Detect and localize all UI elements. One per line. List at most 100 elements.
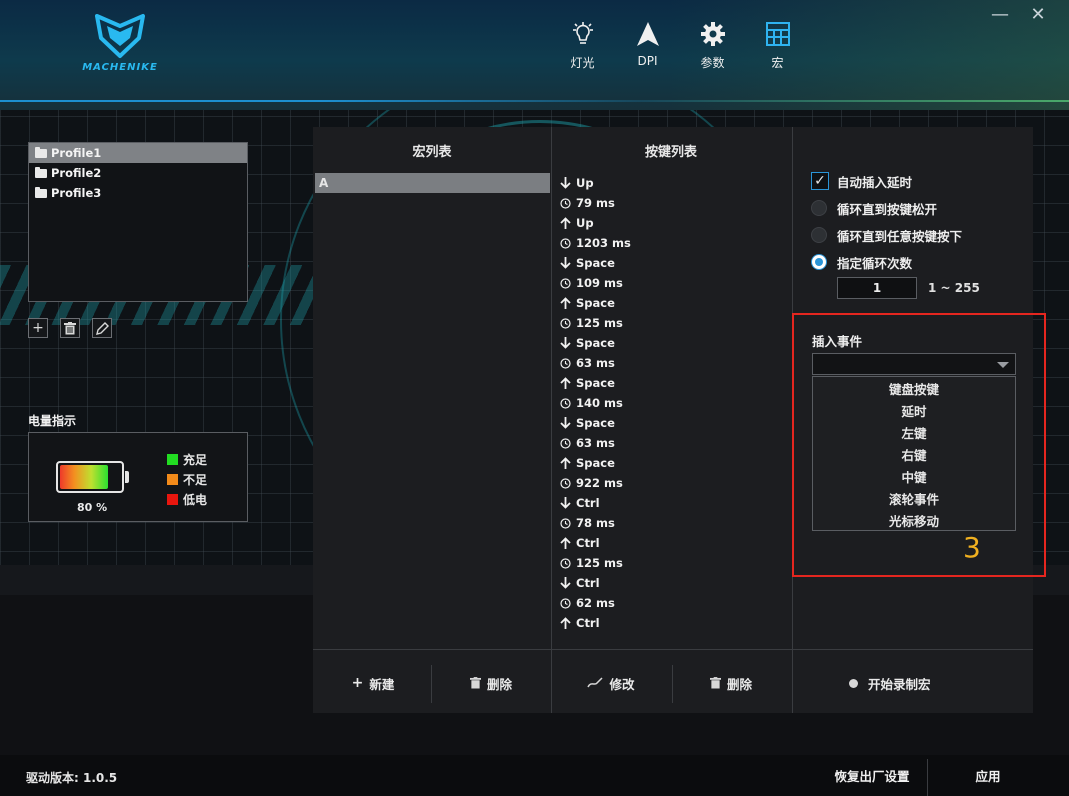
key-list-key-item[interactable]: Ctrl: [559, 613, 789, 633]
loop-count-input[interactable]: 1: [837, 277, 917, 299]
arrow-up-icon: [559, 537, 572, 549]
key-list-delay-item[interactable]: 62 ms: [559, 593, 789, 613]
close-button[interactable]: ✕: [1028, 4, 1048, 25]
plus-icon: +: [32, 320, 44, 336]
nav-macro-label: 宏: [771, 56, 784, 70]
arrow-up-icon: [559, 617, 572, 629]
macro-list-item[interactable]: A: [315, 173, 550, 193]
option-right-click[interactable]: 右键: [813, 443, 1015, 465]
key-list-delay-item[interactable]: 922 ms: [559, 473, 789, 493]
key-list-key-item[interactable]: Up: [559, 173, 789, 193]
clock-icon: [559, 237, 572, 249]
folder-icon: [35, 146, 47, 158]
legend-swatch-full: [167, 453, 178, 465]
insert-event-dropdown[interactable]: [812, 353, 1016, 375]
legend-full: 充足: [167, 449, 207, 469]
key-list-item-label: Ctrl: [576, 576, 600, 590]
profile-item-1[interactable]: Profile1: [29, 143, 247, 163]
option-scroll-event[interactable]: 滚轮事件: [813, 487, 1015, 509]
light-bulb-icon: [569, 20, 597, 48]
clock-icon: [559, 517, 572, 529]
key-list-key-item[interactable]: Space: [559, 293, 789, 313]
radio-loop-until-release[interactable]: 循环直到按键松开: [811, 197, 937, 219]
key-list-key-item[interactable]: Ctrl: [559, 493, 789, 513]
option-keyboard-key[interactable]: 键盘按键: [813, 377, 1015, 399]
delete-macro-button[interactable]: 删除: [451, 667, 531, 699]
key-list: Up 79 ms Up 1203 ms Space 109 ms Space 125 ms Sp…: [559, 173, 789, 633]
trash-icon: [64, 321, 76, 334]
key-list-key-item[interactable]: Space: [559, 453, 789, 473]
battery-level-fill: [60, 465, 108, 489]
key-list-delay-item[interactable]: 79 ms: [559, 193, 789, 213]
clock-icon: [559, 597, 572, 609]
new-macro-button[interactable]: + 新建: [333, 667, 413, 699]
battery-panel: 80 % 充足 不足 低电: [28, 432, 248, 522]
legend-swatch-critical: [167, 493, 178, 505]
nav-macro[interactable]: 宏: [745, 20, 810, 80]
key-list-key-item[interactable]: Space: [559, 373, 789, 393]
profile-item-3[interactable]: Profile3: [29, 183, 247, 203]
restore-defaults-button[interactable]: 恢复出厂设置: [818, 755, 926, 796]
profile-item-2[interactable]: Profile2: [29, 163, 247, 183]
grid-icon: [764, 20, 792, 48]
key-list-key-item[interactable]: Up: [559, 213, 789, 233]
key-list-delay-item[interactable]: 78 ms: [559, 513, 789, 533]
add-profile-button[interactable]: +: [28, 318, 48, 338]
radio-loop-count[interactable]: 指定循环次数: [811, 251, 912, 273]
key-list-key-item[interactable]: Space: [559, 333, 789, 353]
minimize-button[interactable]: —: [990, 4, 1010, 25]
delete-profile-button[interactable]: [60, 318, 80, 338]
record-label: 开始录制宏: [868, 676, 931, 692]
option-delay[interactable]: 延时: [813, 399, 1015, 421]
edit-profile-button[interactable]: [92, 318, 112, 338]
key-list-delay-item[interactable]: 1203 ms: [559, 233, 789, 253]
delete-key-label: 删除: [726, 676, 752, 692]
radio-label: 循环直到任意按键按下: [837, 228, 963, 244]
clock-icon: [559, 197, 572, 209]
arrow-down-icon: [559, 497, 572, 509]
key-list-key-item[interactable]: Ctrl: [559, 573, 789, 593]
arrow-up-icon: [559, 217, 572, 229]
nav-light[interactable]: 灯光: [550, 20, 615, 80]
nav-dpi-label: DPI: [637, 54, 658, 68]
trash-icon: [709, 677, 721, 689]
option-middle-click[interactable]: 中键: [813, 465, 1015, 487]
option-cursor-move[interactable]: 光标移动: [813, 509, 1015, 531]
auto-delay-checkbox[interactable]: ✓ 自动插入延时: [811, 170, 912, 192]
key-list-delay-item[interactable]: 125 ms: [559, 313, 789, 333]
delete-key-button[interactable]: 删除: [691, 667, 771, 699]
key-list-key-item[interactable]: Ctrl: [559, 533, 789, 553]
legend-critical: 低电: [167, 489, 207, 509]
option-left-click[interactable]: 左键: [813, 421, 1015, 443]
key-list-item-label: Space: [576, 456, 615, 470]
key-list-key-item[interactable]: Space: [559, 253, 789, 273]
start-record-button[interactable]: 开始录制宏: [849, 667, 931, 699]
key-list-delay-item[interactable]: 63 ms: [559, 353, 789, 373]
key-list-item-label: Space: [576, 256, 615, 270]
key-list-item-label: 78 ms: [576, 516, 615, 530]
legend-label: 低电: [183, 492, 208, 507]
legend-label: 不足: [183, 472, 208, 487]
clock-icon: [559, 277, 572, 289]
key-list-item-label: 1203 ms: [576, 236, 631, 250]
nav-params[interactable]: 参数: [680, 20, 745, 80]
key-list-delay-item[interactable]: 109 ms: [559, 273, 789, 293]
key-list-item-label: 63 ms: [576, 436, 615, 450]
key-list-item-label: Up: [576, 176, 594, 190]
nav-params-label: 参数: [700, 56, 725, 70]
apply-button[interactable]: 应用: [928, 755, 1048, 796]
header: MACHENIKE 灯光 DPI 参数 宏 — ✕: [0, 0, 1069, 110]
key-list-delay-item[interactable]: 125 ms: [559, 553, 789, 573]
key-list-item-label: Up: [576, 216, 594, 230]
radio-loop-until-any-key[interactable]: 循环直到任意按键按下: [811, 224, 962, 246]
auto-delay-label: 自动插入延时: [837, 174, 913, 190]
key-list-item-label: Ctrl: [576, 616, 600, 630]
clock-icon: [559, 357, 572, 369]
battery-percent: 80 %: [77, 501, 108, 514]
key-list-item-label: 125 ms: [576, 316, 623, 330]
modify-key-button[interactable]: 修改: [571, 667, 651, 699]
key-list-delay-item[interactable]: 63 ms: [559, 433, 789, 453]
key-list-key-item[interactable]: Space: [559, 413, 789, 433]
nav-dpi[interactable]: DPI: [615, 20, 680, 80]
key-list-delay-item[interactable]: 140 ms: [559, 393, 789, 413]
